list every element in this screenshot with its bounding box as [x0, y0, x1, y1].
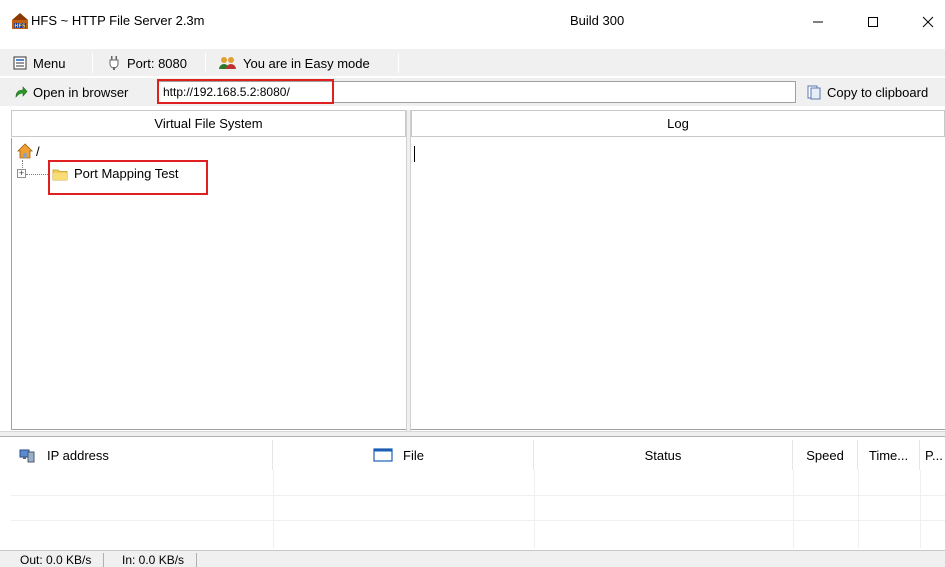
column-progress[interactable]: P...: [920, 440, 945, 470]
column-time[interactable]: Time...: [858, 440, 920, 470]
grid-line: [920, 470, 921, 548]
column-label: P...: [925, 447, 943, 463]
maximize-icon: [868, 16, 878, 27]
close-button[interactable]: [905, 0, 945, 43]
column-label: IP address: [47, 447, 109, 463]
grid-line: [793, 470, 794, 548]
column-label: Time...: [868, 447, 909, 463]
plug-icon: [109, 56, 119, 70]
column-file[interactable]: File: [273, 440, 534, 470]
log-header-label: Log: [667, 116, 689, 131]
hfs-app-icon: HFS: [11, 12, 29, 30]
tree-root[interactable]: /: [17, 143, 40, 159]
menu-icon: [13, 56, 27, 70]
connections-list[interactable]: [11, 470, 945, 550]
port-label: Port: 8080: [127, 55, 187, 71]
build-label: Build 300: [570, 13, 625, 28]
tree-connector: [26, 174, 48, 175]
open-arrow-icon: [15, 86, 28, 98]
maximize-button[interactable]: [850, 0, 896, 43]
vfs-header: Virtual File System: [11, 110, 406, 137]
root-label: /: [36, 143, 40, 159]
svg-text:HFS: HFS: [14, 24, 26, 30]
status-out: Out: 0.0 KB/s: [8, 553, 105, 567]
minimize-icon: [813, 21, 823, 22]
connections-header: IP address File Status Speed Time... P..…: [11, 440, 945, 470]
column-speed[interactable]: Speed: [793, 440, 858, 470]
url-bar: Open in browser Copy to clipboard: [0, 78, 945, 106]
copy-to-clipboard-label: Copy to clipboard: [827, 84, 929, 100]
open-in-browser-button[interactable]: Open in browser: [14, 81, 128, 103]
title-bar: HFS HFS ~ HTTP File Server 2.3m Build 30…: [0, 0, 945, 43]
column-label: Status: [644, 447, 682, 463]
grid-line: [11, 495, 945, 496]
menu-button[interactable]: Menu: [13, 52, 66, 74]
menu-label: Menu: [33, 55, 66, 71]
mode-button[interactable]: You are in Easy mode: [219, 52, 370, 74]
minimize-button[interactable]: [795, 0, 841, 43]
folder-highlight-annotation: [48, 160, 208, 195]
status-bar: Out: 0.0 KB/s In: 0.0 KB/s: [0, 550, 945, 567]
home-icon: [17, 143, 33, 159]
log-header: Log: [411, 110, 945, 137]
file-window-icon: [373, 448, 393, 462]
status-in: In: 0.0 KB/s: [110, 553, 198, 567]
window-title: HFS ~ HTTP File Server 2.3m: [31, 13, 205, 28]
copy-to-clipboard-button[interactable]: Copy to clipboard: [806, 81, 928, 103]
close-icon: [922, 16, 934, 27]
toolbar-separator: [398, 53, 399, 73]
toolbar-separator: [92, 53, 93, 73]
column-label: Speed: [806, 447, 844, 463]
port-button[interactable]: Port: 8080: [107, 52, 187, 74]
url-highlight-annotation: [157, 79, 334, 104]
text-caret: [414, 146, 415, 162]
grid-line: [11, 520, 945, 521]
grid-line: [858, 470, 859, 548]
grid-line: [534, 470, 535, 548]
mode-label: You are in Easy mode: [243, 55, 370, 71]
column-label: File: [403, 447, 424, 463]
grid-line: [273, 470, 274, 548]
open-in-browser-label: Open in browser: [33, 84, 129, 100]
toolbar-separator: [205, 53, 206, 73]
vfs-header-label: Virtual File System: [154, 116, 263, 131]
users-icon: [219, 57, 236, 69]
log-panel[interactable]: [411, 138, 945, 430]
horizontal-splitter[interactable]: [0, 431, 945, 437]
network-computer-icon: [19, 449, 35, 463]
expand-toggle[interactable]: +: [17, 169, 26, 178]
clipboard-icon: [807, 85, 821, 100]
column-ip-address[interactable]: IP address: [11, 440, 273, 470]
toolbar: Menu Port: 8080 You are in Easy mode: [0, 48, 945, 76]
column-status[interactable]: Status: [534, 440, 793, 470]
